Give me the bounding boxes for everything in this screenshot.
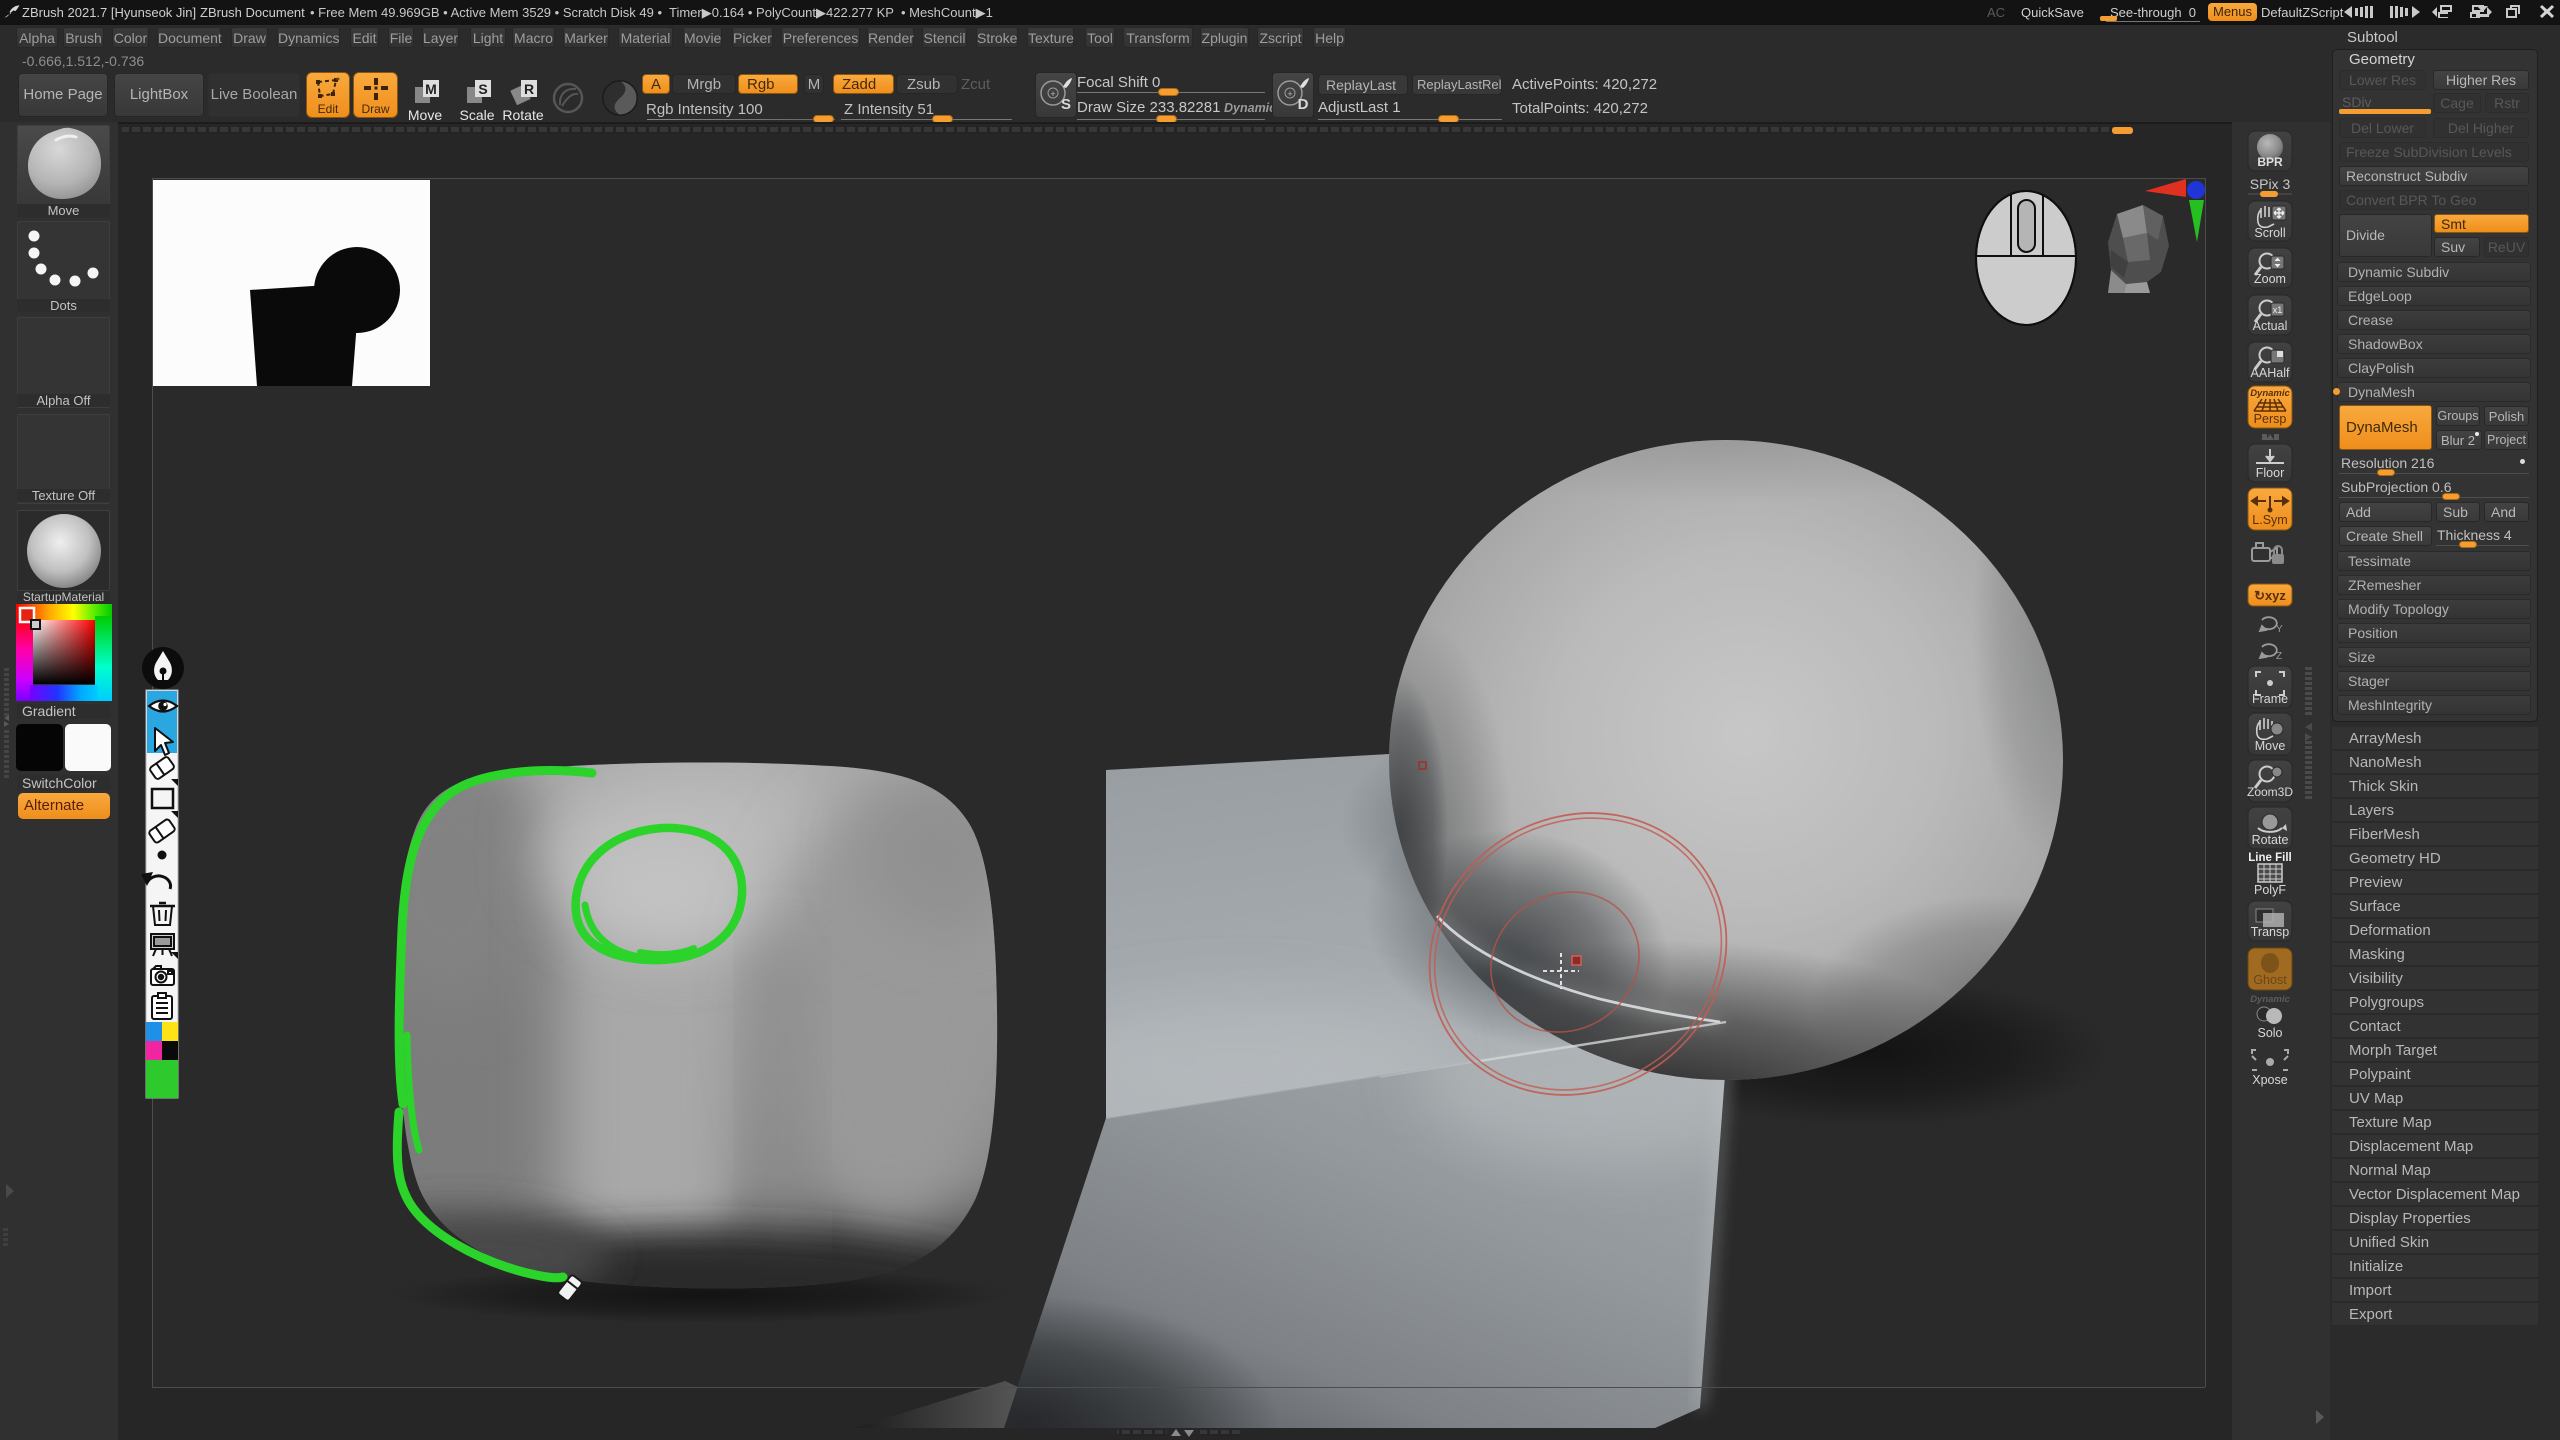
svg-text:Zoom3D: Zoom3D (2247, 785, 2293, 799)
svg-text:L.Sym: L.Sym (2252, 513, 2287, 527)
svg-text:Rotate: Rotate (2252, 833, 2289, 847)
svg-text:+: + (1287, 89, 1292, 99)
svg-text:Frame: Frame (2252, 692, 2288, 706)
svg-text:S: S (478, 81, 487, 97)
svg-text:Transp: Transp (2251, 925, 2289, 939)
svg-text:R: R (524, 81, 534, 97)
svg-text:Y: Y (2276, 624, 2283, 635)
svg-text:Move: Move (2255, 739, 2286, 753)
svg-text:BPR: BPR (2257, 155, 2283, 169)
svg-text:Floor: Floor (2256, 466, 2284, 480)
svg-text:Ghost: Ghost (2253, 973, 2287, 987)
svg-text:Scroll: Scroll (2254, 226, 2285, 240)
svg-text:Persp: Persp (2254, 412, 2287, 426)
svg-text:D: D (1298, 96, 1309, 113)
svg-text:↻xyz: ↻xyz (2254, 588, 2286, 603)
svg-text:AAHalf: AAHalf (2251, 366, 2290, 380)
svg-text:Dynamic: Dynamic (2250, 994, 2290, 1005)
svg-text:Actual: Actual (2253, 319, 2288, 333)
svg-text:Line Fill: Line Fill (2248, 852, 2291, 864)
svg-text:Xpose: Xpose (2252, 1073, 2287, 1087)
svg-text:PolyF: PolyF (2254, 883, 2286, 897)
svg-text:Z: Z (2276, 651, 2282, 662)
svg-text:Zoom: Zoom (2254, 272, 2286, 286)
svg-text:Dynamic: Dynamic (2250, 388, 2290, 399)
svg-text:M: M (425, 81, 437, 97)
svg-text:SPix 3: SPix 3 (2250, 176, 2291, 192)
svg-text:+: + (1050, 89, 1055, 99)
svg-text:x1: x1 (2273, 305, 2283, 315)
svg-text:Solo: Solo (2257, 1026, 2282, 1040)
svg-text:S: S (1061, 96, 1071, 113)
